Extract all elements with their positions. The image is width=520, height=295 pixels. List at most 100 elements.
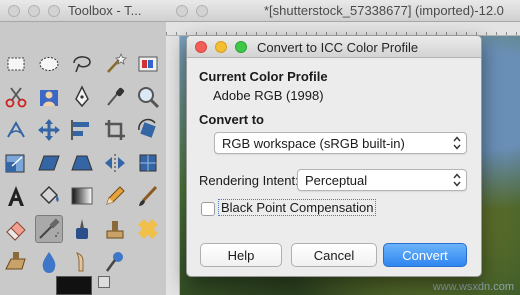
eraser-icon	[6, 221, 26, 241]
airbrush-tool[interactable]	[35, 215, 63, 243]
image-minimize-button[interactable]	[196, 5, 208, 17]
rotate-icon	[138, 118, 156, 138]
color-select-icon	[138, 56, 158, 72]
rendering-intent-value: Perceptual	[305, 173, 368, 188]
foreground-select-tool[interactable]	[35, 83, 63, 111]
text-tool[interactable]	[2, 182, 30, 210]
shear-tool[interactable]	[35, 149, 63, 177]
toolbox-close-button[interactable]	[8, 5, 20, 17]
cage-tool[interactable]	[134, 149, 162, 177]
swap-colors-icon[interactable]	[98, 276, 110, 288]
paths-icon	[75, 85, 89, 108]
select-arrows-icon	[453, 136, 461, 150]
paintbrush-tool[interactable]	[134, 182, 162, 210]
ink-icon	[76, 219, 88, 239]
black-point-checkbox[interactable]	[201, 202, 215, 216]
rect-select-icon	[7, 57, 25, 71]
fuzzy-select-tool[interactable]	[101, 50, 129, 78]
move-icon	[38, 119, 60, 141]
flip-tool[interactable]	[101, 149, 129, 177]
perspective-icon	[71, 155, 93, 171]
help-button[interactable]: Help	[200, 243, 282, 267]
clone-tool[interactable]	[101, 215, 129, 243]
convert-to-select[interactable]: RGB workspace (sRGB built-in)	[214, 132, 467, 154]
airbrush-icon	[39, 218, 60, 239]
dialog-close-button[interactable]	[195, 41, 207, 53]
bucket-fill-tool[interactable]	[35, 182, 63, 210]
rendering-intent-label: Rendering Intent:	[199, 173, 299, 188]
toolbox-window: Toolbox - T...	[0, 0, 166, 295]
pencil-tool[interactable]	[101, 182, 129, 210]
blend-icon	[71, 187, 93, 205]
ink-tool[interactable]	[68, 215, 96, 243]
fuzzy-select-icon	[107, 52, 127, 73]
flip-icon	[105, 154, 125, 172]
rendering-intent-select[interactable]: Perceptual	[297, 169, 467, 191]
bucket-fill-icon	[40, 186, 59, 204]
perspective-clone-tool[interactable]	[2, 248, 30, 276]
rotate-tool[interactable]	[134, 116, 162, 144]
black-point-compensation-row[interactable]: Black Point Compensation	[201, 199, 377, 219]
align-tool[interactable]	[68, 116, 96, 144]
zoom-tool[interactable]	[134, 83, 162, 111]
measure-tool[interactable]	[2, 116, 30, 144]
smudge-icon	[76, 252, 84, 272]
heal-tool[interactable]	[134, 215, 162, 243]
scale-tool[interactable]	[2, 149, 30, 177]
scissors-tool[interactable]	[2, 83, 30, 111]
dodge-burn-icon	[105, 252, 123, 272]
color-picker-icon	[107, 87, 125, 106]
convert-button[interactable]: Convert	[383, 243, 467, 267]
paths-tool[interactable]	[68, 83, 96, 111]
move-tool[interactable]	[35, 116, 63, 144]
foreground-color-swatch[interactable]	[56, 276, 92, 295]
rect-select-tool[interactable]	[2, 50, 30, 78]
watermark: www.wsxdn.com	[432, 281, 514, 293]
paintbrush-icon	[139, 185, 158, 206]
blend-tool[interactable]	[68, 182, 96, 210]
ellipse-select-tool[interactable]	[35, 50, 63, 78]
lasso-tool[interactable]	[68, 50, 96, 78]
pencil-icon	[106, 186, 125, 205]
scissors-icon	[5, 87, 27, 108]
black-point-label[interactable]: Black Point Compensation	[217, 199, 377, 216]
align-icon	[71, 120, 89, 140]
dialog-zoom-button[interactable]	[235, 41, 247, 53]
smudge-tool[interactable]	[68, 248, 96, 276]
foreground-select-icon	[40, 90, 58, 106]
lasso-icon	[73, 56, 91, 73]
image-window-titlebar[interactable]: *[shutterstock_57338677] (imported)-12.0	[166, 0, 520, 22]
cage-icon	[139, 154, 157, 172]
shear-icon	[38, 155, 60, 171]
vertical-ruler[interactable]	[166, 36, 180, 295]
crop-icon	[105, 120, 125, 140]
convert-to-heading: Convert to	[199, 112, 264, 127]
zoom-icon	[138, 87, 160, 109]
current-profile-value: Adobe RGB (1998)	[213, 88, 324, 103]
select-arrows-icon	[453, 173, 461, 187]
eraser-tool[interactable]	[2, 215, 30, 243]
current-profile-heading: Current Color Profile	[199, 69, 328, 84]
crop-tool[interactable]	[101, 116, 129, 144]
scale-icon	[5, 154, 25, 173]
toolbox-title: Toolbox - T...	[68, 3, 142, 18]
dialog-minimize-button[interactable]	[215, 41, 227, 53]
color-picker-tool[interactable]	[101, 83, 129, 111]
convert-icc-dialog: Convert to ICC Color Profile Current Col…	[186, 35, 482, 277]
horizontal-ruler[interactable]	[166, 22, 520, 36]
image-close-button[interactable]	[176, 5, 188, 17]
image-window-title: *[shutterstock_57338677] (imported)-12.0	[264, 3, 504, 18]
dodge-burn-tool[interactable]	[101, 248, 129, 276]
heal-icon	[138, 219, 158, 239]
blur-tool[interactable]	[35, 248, 63, 276]
dialog-titlebar[interactable]: Convert to ICC Color Profile	[187, 36, 481, 58]
toolbox-minimize-button[interactable]	[28, 5, 40, 17]
dialog-title: Convert to ICC Color Profile	[257, 40, 419, 55]
cancel-button[interactable]: Cancel	[291, 243, 377, 267]
perspective-tool[interactable]	[68, 149, 96, 177]
color-select-tool[interactable]	[134, 50, 162, 78]
toolbox-zoom-button[interactable]	[48, 5, 60, 17]
measure-icon	[7, 120, 25, 138]
toolbox-titlebar[interactable]: Toolbox - T...	[0, 0, 166, 22]
clone-icon	[106, 221, 124, 239]
